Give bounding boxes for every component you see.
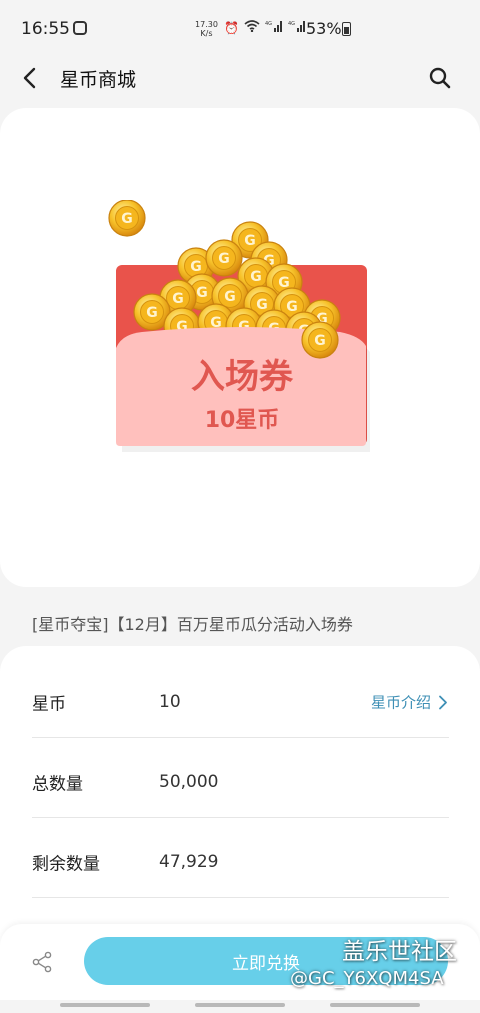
network-speed: 17.30 K/s <box>195 20 218 38</box>
signal-4g-icon: 4G <box>288 20 306 35</box>
watermark-community: 盖乐世社区 <box>342 939 457 965</box>
detail-value: 47,929 <box>159 852 219 872</box>
search-icon <box>429 67 451 89</box>
ticket-envelope-image: G 入场券 10星币 <box>108 200 370 452</box>
detail-label: 星币 <box>32 694 66 715</box>
detail-value: 50,000 <box>159 772 219 792</box>
ticket-label: 入场券 <box>191 357 294 397</box>
nav-home-button[interactable] <box>195 1003 285 1007</box>
product-title: [星币夺宝]【12月】百万星币瓜分活动入场券 <box>32 615 353 634</box>
svg-text:4G: 4G <box>265 21 272 27</box>
signal-4g-icon: 4G <box>265 20 283 35</box>
ticket-price: 10星币 <box>205 408 280 433</box>
status-bar: 16:55 17.30 K/s ⏰ 4G 4G 53% <box>0 0 480 56</box>
share-icon <box>32 951 52 973</box>
status-icons: ⏰ 4G 4G <box>224 20 306 35</box>
chevron-right-icon <box>439 695 447 709</box>
detail-label: 总数量 <box>32 774 83 795</box>
coin-intro-label: 星币介绍 <box>370 693 431 712</box>
svg-text:4G: 4G <box>288 21 295 27</box>
system-nav-bar <box>0 1000 480 1013</box>
share-button[interactable] <box>28 948 56 976</box>
page-title: 星币商城 <box>60 69 137 91</box>
detail-value: 10 <box>159 692 181 712</box>
app-bar: 星币商城 <box>0 56 480 100</box>
detail-row-total: 总数量 50,000 <box>32 738 449 818</box>
alarm-icon: ⏰ <box>224 20 239 35</box>
back-button[interactable] <box>14 60 50 96</box>
wifi-icon <box>244 20 260 35</box>
battery-percent: 53% <box>306 19 342 38</box>
battery-icon <box>342 22 351 36</box>
coin-intro-link[interactable]: 星币介绍 <box>371 692 449 713</box>
back-arrow-icon <box>23 67 36 89</box>
detail-label: 剩余数量 <box>32 854 100 875</box>
app-notification-icon <box>73 21 87 35</box>
nav-back-button[interactable] <box>330 1003 420 1007</box>
detail-row-remaining: 剩余数量 47,929 <box>32 818 449 898</box>
watermark-user-id: @GC_Y6XQM4SA <box>290 968 444 989</box>
product-image-card: G 入场券 10星币 <box>0 108 480 587</box>
detail-row-coins: 星币 10 星币介绍 <box>32 658 449 738</box>
status-time: 16:55 <box>21 19 70 39</box>
search-button[interactable] <box>424 62 456 94</box>
nav-recents-button[interactable] <box>60 1003 150 1007</box>
